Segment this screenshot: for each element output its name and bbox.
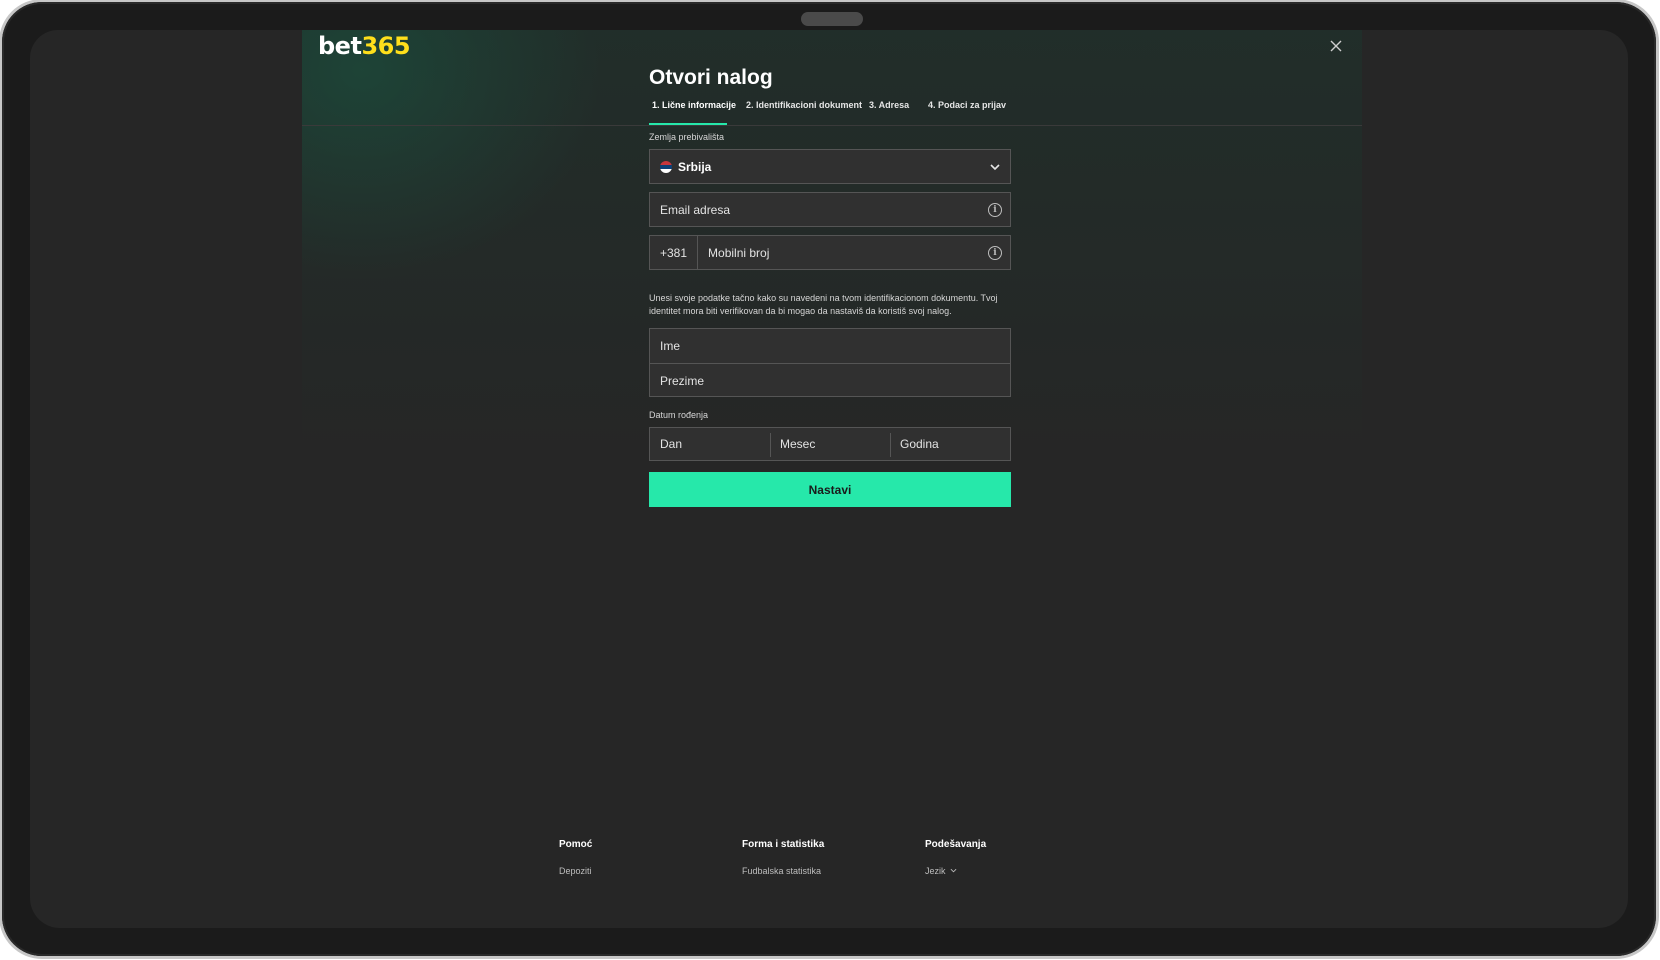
- screen: bet365 Otvori nalog 1. Lične informacije…: [30, 30, 1628, 928]
- close-button[interactable]: [1324, 34, 1348, 58]
- email-placeholder: Email adresa: [660, 202, 731, 217]
- country-select[interactable]: Srbija: [649, 149, 1011, 184]
- info-icon[interactable]: i: [988, 203, 1002, 217]
- dob-day-placeholder: Dan: [660, 437, 683, 451]
- country-value: Srbija: [678, 159, 712, 174]
- tab-personal-info[interactable]: 1. Lične informacije: [652, 100, 736, 110]
- dob-month-field[interactable]: Mesec: [770, 428, 890, 460]
- name-fields: Ime Prezime: [649, 328, 1011, 397]
- dob-month-placeholder: Mesec: [780, 437, 816, 451]
- phone-field[interactable]: +381 Mobilni broj i: [649, 235, 1011, 270]
- footer-title: Forma i statistika: [742, 839, 825, 850]
- footer-help: Pomoć Depoziti: [559, 839, 592, 876]
- footer-title: Pomoć: [559, 839, 593, 850]
- device-notch: [801, 12, 863, 26]
- tabs-divider: [302, 125, 1362, 126]
- footer-link-language[interactable]: Jezik: [925, 866, 986, 876]
- last-name-field[interactable]: Prezime: [650, 363, 1010, 397]
- email-field[interactable]: Email adresa i: [649, 192, 1011, 227]
- continue-button[interactable]: Nastavi: [649, 472, 1011, 507]
- close-icon: [1330, 40, 1342, 52]
- dob-day-field[interactable]: Dan: [650, 428, 770, 460]
- footer-link-football-stats[interactable]: Fudbalska statistika: [742, 866, 824, 876]
- step-tabs: 1. Lične informacije 2. Identifikacioni …: [649, 98, 1029, 122]
- tab-id-document[interactable]: 2. Identifikacioni dokument: [746, 100, 862, 110]
- phone-placeholder: Mobilni broj: [708, 245, 770, 260]
- first-name-placeholder: Ime: [660, 339, 681, 353]
- footer-settings: Podešavanja Jezik: [925, 839, 986, 876]
- last-name-placeholder: Prezime: [660, 373, 705, 388]
- country-label: Zemlja prebivališta: [649, 132, 725, 142]
- dob-year-placeholder: Godina: [900, 437, 939, 451]
- tablet-frame: bet365 Otvori nalog 1. Lične informacije…: [2, 2, 1656, 956]
- page-title: Otvori nalog: [649, 66, 773, 89]
- chevron-down-icon: [990, 164, 1000, 171]
- language-label: Jezik: [925, 866, 946, 876]
- footer-link-deposits[interactable]: Depoziti: [559, 866, 592, 876]
- footer-title: Podešavanja: [925, 839, 987, 850]
- logo-text-365: 365: [361, 32, 411, 60]
- dob-fields: Dan Mesec Godina: [649, 427, 1011, 461]
- dob-label: Datum rođenja: [649, 410, 709, 420]
- first-name-field[interactable]: Ime: [650, 329, 1010, 363]
- id-notice: Unesi svoje podatke tačno kako su navede…: [649, 293, 998, 316]
- phone-prefix[interactable]: +381: [660, 236, 699, 269]
- chevron-down-icon: [950, 868, 957, 873]
- bet365-logo[interactable]: bet365: [318, 32, 411, 60]
- dob-year-field[interactable]: Godina: [890, 428, 1010, 460]
- info-icon[interactable]: i: [988, 246, 1002, 260]
- tab-login-details[interactable]: 4. Podaci za prijav: [928, 100, 1006, 110]
- tab-address[interactable]: 3. Adresa: [869, 100, 909, 110]
- serbia-flag-icon: [660, 160, 672, 173]
- logo-text-bet: bet: [318, 32, 362, 60]
- footer-stats: Forma i statistika Fudbalska statistika: [742, 839, 824, 876]
